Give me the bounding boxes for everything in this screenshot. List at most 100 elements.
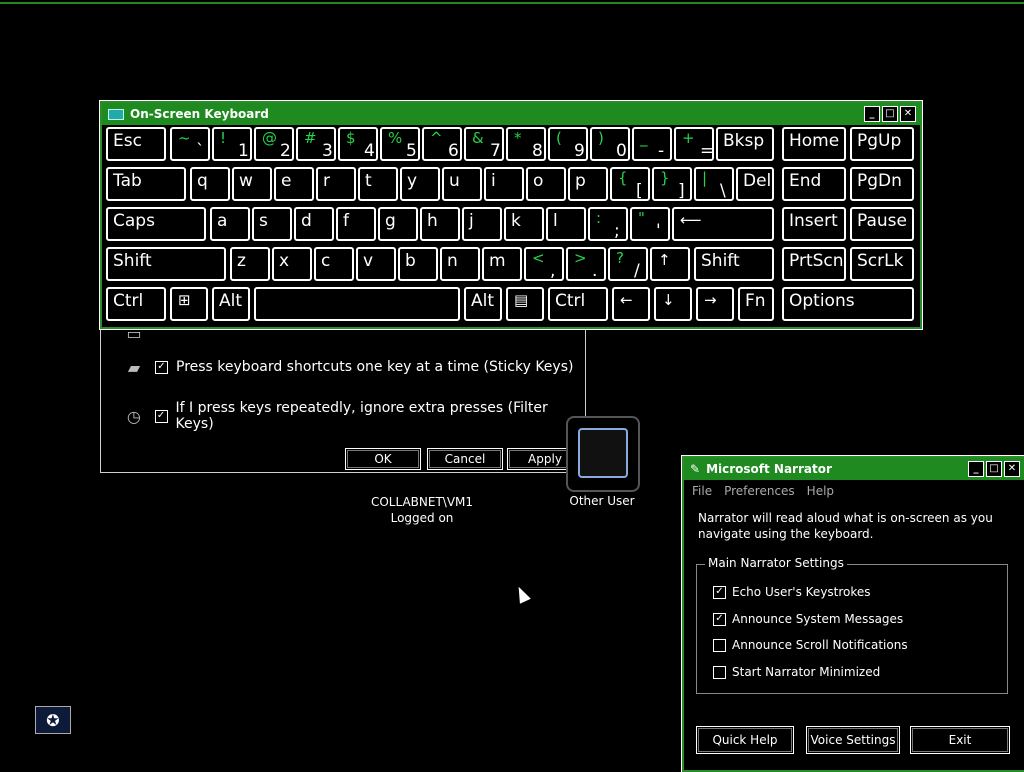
key-s[interactable]: s	[252, 207, 292, 241]
key-menu[interactable]: ▤	[506, 287, 544, 321]
key-j[interactable]: j	[462, 207, 502, 241]
key-shift-right[interactable]: Shift	[694, 247, 774, 281]
key-esc[interactable]: Esc	[106, 127, 166, 161]
narrator-title-bar[interactable]: ✎ Microsoft Narrator _ □ ✕	[684, 458, 1024, 480]
key-num-10[interactable]: ) 0	[590, 127, 630, 161]
key-zpunct-0[interactable]: <,	[524, 247, 564, 281]
voice-settings-button[interactable]: Voice Settings	[806, 726, 900, 754]
key-x[interactable]: x	[272, 247, 312, 281]
key-m[interactable]: m	[482, 247, 522, 281]
key-num-12[interactable]: + =	[674, 127, 714, 161]
key-punct-0[interactable]: :;	[588, 207, 628, 241]
key-prtscn[interactable]: PrtScn	[782, 247, 846, 281]
key-punct-1[interactable]: " '	[630, 207, 670, 241]
key-pgdn[interactable]: PgDn	[850, 167, 914, 201]
key-num-2[interactable]: @2	[254, 127, 294, 161]
key-zpunct-2[interactable]: ? /	[608, 247, 648, 281]
key-num-1[interactable]: ! 1	[212, 127, 252, 161]
key-windows[interactable]: ⊞	[170, 287, 208, 321]
key-alt-left[interactable]: Alt	[212, 287, 250, 321]
key-pgup[interactable]: PgUp	[850, 127, 914, 161]
collabnet-user-label[interactable]: COLLABNET\VM1 Logged on	[364, 494, 480, 526]
maximize-button[interactable]: □	[986, 461, 1002, 477]
sticky-keys-row[interactable]: ▰ ✓ Press keyboard shortcuts one key at …	[121, 356, 574, 378]
close-button[interactable]: ✕	[900, 106, 916, 122]
key-a[interactable]: a	[210, 207, 250, 241]
key-num-7[interactable]: & 7	[464, 127, 504, 161]
filter-keys-row[interactable]: ◷ ✓ If I press keys repeatedly, ignore e…	[121, 400, 585, 432]
key-h[interactable]: h	[420, 207, 460, 241]
menu-preferences[interactable]: Preferences	[724, 484, 795, 498]
cancel-button[interactable]: Cancel	[427, 448, 503, 470]
close-button[interactable]: ✕	[1004, 461, 1020, 477]
key-o[interactable]: o	[526, 167, 566, 201]
key-k[interactable]: k	[504, 207, 544, 241]
key-i[interactable]: i	[484, 167, 524, 201]
start-minimized-checkbox[interactable]	[713, 665, 726, 679]
key-c[interactable]: c	[314, 247, 354, 281]
key-scrlk[interactable]: ScrLk	[850, 247, 914, 281]
echo-keystrokes-option[interactable]: ✓ Echo User's Keystrokes	[713, 585, 871, 599]
announce-scroll-checkbox[interactable]	[713, 638, 726, 652]
announce-system-messages-checkbox[interactable]: ✓	[713, 612, 726, 626]
key-z[interactable]: z	[230, 247, 270, 281]
announce-scroll-option[interactable]: Announce Scroll Notifications	[713, 638, 908, 652]
minimize-button[interactable]: _	[864, 106, 880, 122]
key-v[interactable]: v	[356, 247, 396, 281]
key-options[interactable]: Options	[782, 287, 914, 321]
key-q[interactable]: q	[190, 167, 230, 201]
key-caps[interactable]: Caps	[106, 207, 206, 241]
ease-of-access-button[interactable]: ✪	[35, 706, 71, 734]
key-bksp[interactable]: Bksp	[716, 127, 774, 161]
key-down[interactable]: ↓	[654, 287, 692, 321]
key-bracket-0[interactable]: {[	[610, 167, 650, 201]
menu-help[interactable]: Help	[807, 484, 834, 498]
echo-keystrokes-checkbox[interactable]: ✓	[713, 585, 726, 599]
key-alt-right[interactable]: Alt	[464, 287, 502, 321]
announce-system-messages-option[interactable]: ✓ Announce System Messages	[713, 612, 903, 626]
other-user-tile[interactable]	[566, 416, 640, 492]
key-num-5[interactable]: % 5	[380, 127, 420, 161]
start-minimized-option[interactable]: Start Narrator Minimized	[713, 665, 880, 679]
key-shift-left[interactable]: Shift	[106, 247, 226, 281]
key-ctrl-left[interactable]: Ctrl	[106, 287, 166, 321]
key-d[interactable]: d	[294, 207, 334, 241]
maximize-button[interactable]: □	[882, 106, 898, 122]
key-ctrl-right[interactable]: Ctrl	[548, 287, 608, 321]
key-left[interactable]: ←	[612, 287, 650, 321]
key-e[interactable]: e	[274, 167, 314, 201]
other-user-label[interactable]: Other User	[562, 494, 642, 508]
key-right[interactable]: →	[696, 287, 734, 321]
key-up[interactable]: ↑	[650, 247, 690, 281]
key-t[interactable]: t	[358, 167, 398, 201]
filter-keys-checkbox[interactable]: ✓	[154, 409, 168, 423]
key-bracket-2[interactable]: | \	[694, 167, 734, 201]
osk-title-bar[interactable]: On-Screen Keyboard _ □ ✕	[102, 103, 920, 125]
key-num-4[interactable]: $4	[338, 127, 378, 161]
key-fn[interactable]: Fn	[738, 287, 774, 321]
key-num-8[interactable]: * 8	[506, 127, 546, 161]
key-insert[interactable]: Insert	[782, 207, 846, 241]
key-num-3[interactable]: #3	[296, 127, 336, 161]
key-bracket-1[interactable]: }]	[652, 167, 692, 201]
key-end[interactable]: End	[782, 167, 846, 201]
key-tab[interactable]: Tab	[106, 167, 186, 201]
key-f[interactable]: f	[336, 207, 376, 241]
key-g[interactable]: g	[378, 207, 418, 241]
key-b[interactable]: b	[398, 247, 438, 281]
menu-file[interactable]: File	[692, 484, 712, 498]
minimize-button[interactable]: _	[968, 461, 984, 477]
sticky-keys-checkbox[interactable]: ✓	[155, 360, 168, 374]
key-num-9[interactable]: (9	[548, 127, 588, 161]
key-home[interactable]: Home	[782, 127, 846, 161]
key-num-0[interactable]: ~ `	[170, 127, 210, 161]
key-num-6[interactable]: ^ 6	[422, 127, 462, 161]
key-num-11[interactable]: _ -	[632, 127, 672, 161]
key-zpunct-1[interactable]: >.	[566, 247, 606, 281]
key-y[interactable]: y	[400, 167, 440, 201]
key-enter[interactable]: ⟵	[672, 207, 774, 241]
key-n[interactable]: n	[440, 247, 480, 281]
key-pause[interactable]: Pause	[850, 207, 914, 241]
key-l[interactable]: l	[546, 207, 586, 241]
key-p[interactable]: p	[568, 167, 608, 201]
